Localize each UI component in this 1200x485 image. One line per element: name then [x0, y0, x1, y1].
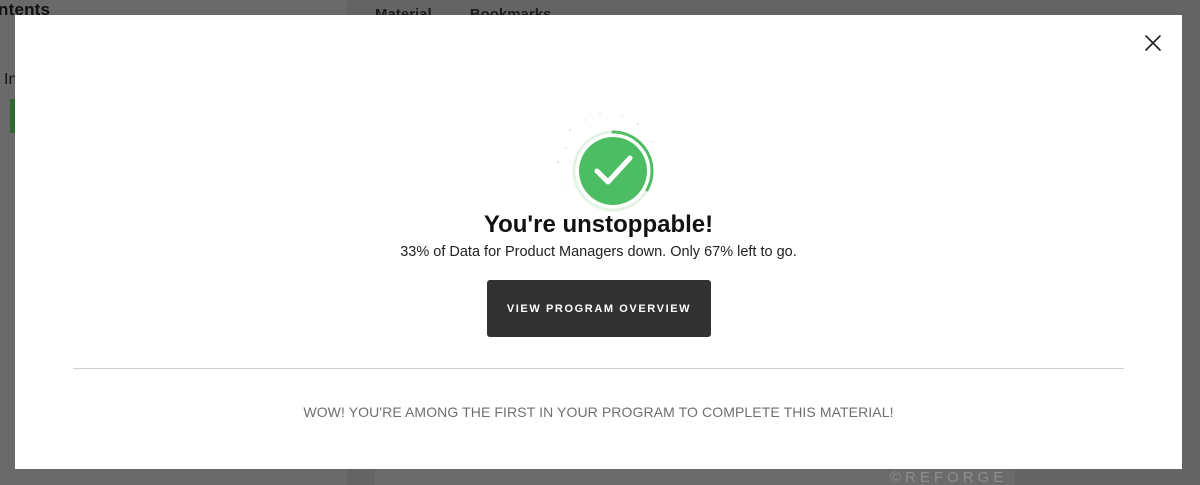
achievement-message: WOW! YOU'RE AMONG THE FIRST IN YOUR PROG… [303, 404, 894, 420]
modal-headline: You're unstoppable! [483, 211, 714, 238]
divider [73, 368, 1124, 369]
close-button[interactable] [1142, 32, 1164, 54]
progress-message: 33% of Data for Product Managers down. O… [400, 244, 797, 260]
checkmark-icon [557, 113, 657, 212]
close-icon [1142, 32, 1164, 54]
completion-badge [540, 102, 670, 212]
watermark: ©REFORGE [890, 469, 1008, 485]
view-program-overview-button[interactable]: VIEW PROGRAM OVERVIEW [487, 280, 711, 337]
completion-modal: You're unstoppable! 33% of Data for Prod… [15, 15, 1182, 469]
